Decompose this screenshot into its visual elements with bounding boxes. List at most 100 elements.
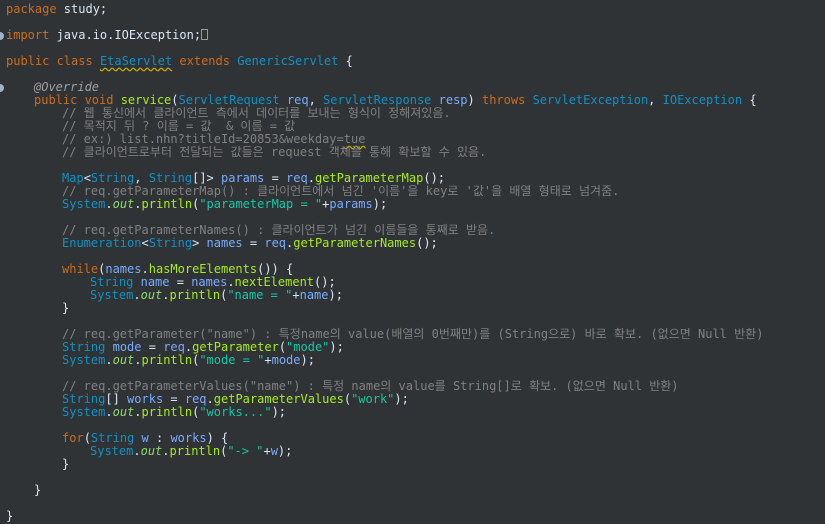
- punct: .: [105, 353, 113, 367]
- variable: w: [270, 444, 278, 458]
- comment-text: // ex:) list.nhn?titleId=20853&weekday=: [62, 132, 344, 146]
- comment-text-spellcheck: tue: [343, 132, 366, 146]
- code-line-import: import java.io.IOException;: [6, 28, 209, 42]
- method-call: nextElement: [234, 275, 315, 289]
- type-name: ServletRequest: [178, 93, 280, 107]
- keyword: while: [62, 262, 99, 276]
- variable: name: [299, 288, 329, 302]
- param-name: req: [279, 93, 309, 107]
- punct: .: [105, 405, 113, 419]
- annotation: @Override: [34, 80, 100, 94]
- code-line-print-w: System.out.println("-> "+w);: [90, 445, 292, 458]
- punct: ()) {: [257, 262, 294, 276]
- punct: );: [328, 288, 343, 302]
- method-name: service: [120, 93, 172, 107]
- punct: (: [343, 392, 352, 406]
- package-name: study;: [56, 2, 108, 16]
- string-literal: "name = ": [227, 288, 293, 302]
- punct: []: [105, 392, 128, 406]
- type-name: String: [90, 275, 134, 289]
- fold-marker-icon[interactable]: [0, 84, 4, 92]
- punct: [134, 431, 141, 445]
- variable: names: [191, 275, 228, 289]
- punct: .: [227, 275, 235, 289]
- variable: mode: [112, 340, 142, 354]
- variable: w: [141, 431, 149, 445]
- static-field: out: [112, 353, 135, 367]
- class-name: EtaServlet: [99, 54, 173, 68]
- variable: req: [184, 392, 207, 406]
- punct: );: [329, 340, 344, 354]
- brace: {: [742, 93, 757, 107]
- string-literal: "works...": [199, 405, 272, 419]
- keyword: for: [62, 431, 84, 445]
- punct: .: [307, 171, 315, 185]
- type-name: System: [90, 288, 134, 302]
- type-name: Enumeration: [62, 236, 142, 250]
- method-call: getParameterNames: [293, 236, 417, 250]
- punct: =: [264, 171, 287, 185]
- folded-block-icon[interactable]: [201, 29, 209, 40]
- code-editor[interactable]: package study; import java.io.IOExceptio…: [0, 0, 825, 524]
- method-call: println: [141, 353, 193, 367]
- punct: +: [292, 288, 300, 302]
- type-name: System: [62, 197, 106, 211]
- punct: );: [271, 405, 287, 419]
- keyword: package: [6, 2, 57, 16]
- keyword: public void: [34, 93, 121, 107]
- code-line-print-works: System.out.println("works...");: [62, 406, 286, 419]
- code-line-brace: }: [34, 483, 42, 497]
- variable: params: [221, 171, 265, 185]
- string-literal: "parameterMap = ": [199, 197, 323, 211]
- punct: (: [171, 93, 179, 107]
- punct: .: [206, 392, 214, 406]
- punct: [105, 340, 112, 354]
- punct: .: [162, 444, 170, 458]
- fold-marker-icon[interactable]: [0, 32, 4, 40]
- code-line-class-declaration: public class EtaServlet extends GenericS…: [6, 55, 353, 68]
- punct: [525, 93, 532, 107]
- string-literal: "work": [351, 392, 395, 406]
- type-name: System: [62, 405, 106, 419]
- punct: .: [134, 353, 142, 367]
- variable: names: [105, 262, 142, 276]
- variable: req: [286, 171, 308, 185]
- keyword: public: [6, 54, 50, 68]
- type-name: Map: [62, 171, 84, 185]
- string-literal: "mode = ": [199, 353, 265, 367]
- string-literal: "mode": [286, 340, 330, 354]
- punct: .: [141, 262, 149, 276]
- method-call: println: [169, 288, 221, 302]
- punct: >: [192, 236, 207, 250]
- code-line-enumeration: Enumeration<String> names = req.getParam…: [62, 237, 438, 250]
- punct: ();: [314, 275, 336, 289]
- method-call: println: [141, 197, 193, 211]
- code-line-print-name: System.out.println("name = "+name);: [90, 289, 343, 302]
- punct: .: [162, 288, 170, 302]
- punct: [133, 275, 140, 289]
- punct: =: [242, 236, 265, 250]
- static-field: out: [112, 197, 135, 211]
- code-comment: // 클라이언트로부터 전달되는 값들은 request 객체를 통해 확보할 …: [62, 145, 487, 159]
- keyword: class: [49, 54, 100, 68]
- punct: ) {: [206, 431, 229, 445]
- punct: .: [134, 197, 142, 211]
- code-line-print-mode: System.out.println("mode = "+mode);: [62, 354, 315, 367]
- variable: req: [264, 236, 287, 250]
- punct: );: [372, 197, 388, 211]
- variable: works: [170, 431, 207, 445]
- static-field: out: [112, 405, 135, 419]
- punct: <: [83, 171, 91, 185]
- type-name: String: [90, 171, 135, 185]
- import-name: java.io.IOException;: [49, 28, 202, 42]
- method-call: println: [169, 444, 221, 458]
- keyword: extends: [172, 54, 238, 68]
- punct: :: [148, 431, 171, 445]
- method-call: getParameter: [192, 340, 279, 354]
- punct: =: [141, 340, 164, 354]
- punct: );: [394, 392, 409, 406]
- type-name: String: [148, 236, 193, 250]
- type-name: ServletException: [532, 93, 649, 107]
- punct: ();: [423, 171, 446, 185]
- variable: name: [140, 275, 170, 289]
